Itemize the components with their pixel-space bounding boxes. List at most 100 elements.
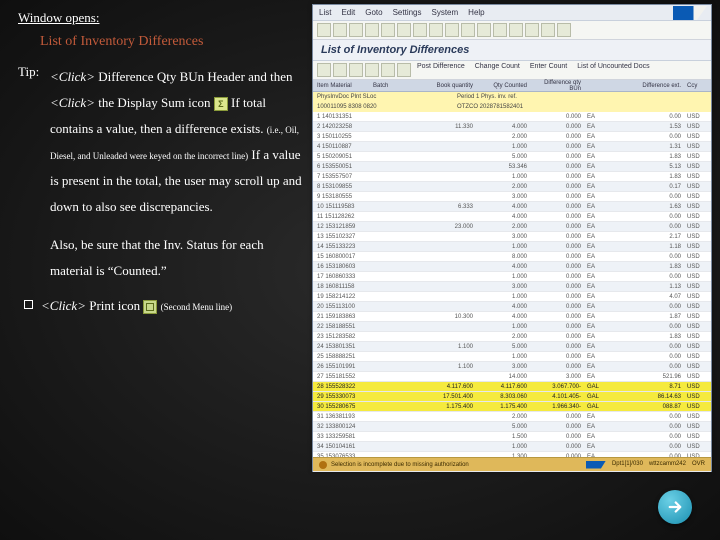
cell-diff: 0.000	[533, 284, 587, 290]
table-row[interactable]: 10 1511195836.3334.0000.000EA1.63USD	[313, 202, 711, 212]
table-row[interactable]: 7 1535575071.0000.000EA1.83USD	[313, 172, 711, 182]
cell-un: EA	[587, 144, 605, 150]
toolbar2-change-count[interactable]: Change Count	[471, 63, 524, 77]
toolbar1-btn-14[interactable]	[541, 23, 555, 37]
cell-un: EA	[587, 174, 605, 180]
table-row[interactable]: 20 1551131004.0000.000EA0.00USD	[313, 302, 711, 312]
cell-un: EA	[587, 294, 605, 300]
table-row[interactable]: 28 1555283224.117.6004.117.6003.067.700-…	[313, 382, 711, 392]
toolbar2-btn-2[interactable]	[349, 63, 363, 77]
col-3[interactable]: Qty Counted	[479, 83, 533, 89]
table-row[interactable]: 21 15918386310.3004.0000.000EA1.87USD	[313, 312, 711, 322]
toolbar2-btn-1[interactable]	[333, 63, 347, 77]
sap-toolbar-2[interactable]: Post Difference Change Count Enter Count…	[313, 61, 711, 80]
table-row[interactable]: 33 1332595811.5000.000EA0.00USD	[313, 432, 711, 442]
cell-un: EA	[587, 364, 605, 370]
table-row[interactable]: 31 1363811932.0000.000EA0.00USD	[313, 412, 711, 422]
table-row[interactable]: 6 15355005153.3460.000EA5.13USD	[313, 162, 711, 172]
cell-book: 1.175.400	[419, 404, 479, 410]
table-row[interactable]: 4 1501108871.0000.000EA1.31USD	[313, 142, 711, 152]
table-row[interactable]: 5 1502090515.0000.000EA1.83USD	[313, 152, 711, 162]
table-row[interactable]: 8 1531098552.0000.000EA0.17USD	[313, 182, 711, 192]
table-row[interactable]: 32 1338001245.0000.000EA0.00USD	[313, 422, 711, 432]
toolbar1-btn-11[interactable]	[493, 23, 507, 37]
table-row[interactable]: 9 1531805553.0000.000EA0.00USD	[313, 192, 711, 202]
table-row[interactable]: 25 1588882511.0000.000EA0.00USD	[313, 352, 711, 362]
subheader-doc: PhysInvDoc Plnt SLoc	[317, 94, 457, 100]
toolbar1-btn-9[interactable]	[461, 23, 475, 37]
toolbar1-btn-5[interactable]	[397, 23, 411, 37]
cell-un: EA	[587, 284, 605, 290]
table-row[interactable]: 2 14202325811.3304.0000.000EA1.53USD	[313, 122, 711, 132]
table-row[interactable]: 11 1511282624.0000.000EA0.00USD	[313, 212, 711, 222]
cell-diff: 0.000	[533, 134, 587, 140]
table-row[interactable]: 1 1401313510.000EA0.00USD	[313, 112, 711, 122]
toolbar1-btn-12[interactable]	[509, 23, 523, 37]
table-header[interactable]: Item MaterialBatchBook quantityQty Count…	[313, 80, 711, 92]
cell-ccy: USD	[687, 164, 707, 170]
cell-un: EA	[587, 444, 605, 450]
table-row[interactable]: 18 1608111583.0000.000EA1.13USD	[313, 282, 711, 292]
toolbar1-btn-4[interactable]	[381, 23, 395, 37]
cell-qty: 2.000	[479, 224, 533, 230]
toolbar2-enter-count[interactable]: Enter Count	[526, 63, 571, 77]
menu-edit[interactable]: Edit	[341, 8, 355, 17]
toolbar1-btn-15[interactable]	[557, 23, 571, 37]
menu-system[interactable]: System	[432, 8, 459, 17]
sap-toolbar-1[interactable]	[313, 21, 711, 40]
col-2[interactable]: Book quantity	[419, 83, 479, 89]
cell-diff: 0.000	[533, 364, 587, 370]
menu-settings[interactable]: Settings	[393, 8, 422, 17]
menu-list[interactable]: List	[319, 8, 331, 17]
col-5[interactable]: Difference ext.	[587, 83, 687, 89]
col-0[interactable]: Item Material	[317, 83, 373, 89]
table-row[interactable]: 22 1581885511.0000.000EA0.00USD	[313, 322, 711, 332]
cell-qty: 4.000	[479, 214, 533, 220]
cell-qty: 1.000	[479, 274, 533, 280]
next-button[interactable]	[658, 490, 692, 524]
col-4[interactable]: Difference qty BUn	[533, 80, 587, 92]
table-row[interactable]: 15 1608000178.0000.000EA0.00USD	[313, 252, 711, 262]
cell-diff: 0.000	[533, 444, 587, 450]
toolbar1-btn-8[interactable]	[445, 23, 459, 37]
table-row[interactable]: 29 15533007317.501.4008.303.0604.101.405…	[313, 392, 711, 402]
table-row[interactable]: 16 1531806034.0000.000EA1.83USD	[313, 262, 711, 272]
cell-mat: 10 151119583	[317, 204, 373, 210]
table-row[interactable]: 14 1551332231.0000.000EA1.18USD	[313, 242, 711, 252]
table-row[interactable]: 24 1538013511.1005.0000.000EA0.00USD	[313, 342, 711, 352]
cell-diff: 0.000	[533, 304, 587, 310]
toolbar1-btn-6[interactable]	[413, 23, 427, 37]
table-row[interactable]: 13 1551023273.0000.000EA2.17USD	[313, 232, 711, 242]
table-row[interactable]: 26 1551019911.1003.0000.000EA0.00USD	[313, 362, 711, 372]
cell-ccy: USD	[687, 384, 707, 390]
table-row[interactable]: 30 1552806751.175.4001.175.4001.966.340-…	[313, 402, 711, 412]
table-row[interactable]: 34 1501041611.0000.000EA0.00USD	[313, 442, 711, 452]
table-row[interactable]: 19 1582141221.0000.000EA4.07USD	[313, 292, 711, 302]
toolbar1-btn-7[interactable]	[429, 23, 443, 37]
cell-un: EA	[587, 114, 605, 120]
col-6[interactable]: Ccy	[687, 83, 707, 89]
toolbar2-btn-4[interactable]	[381, 63, 395, 77]
toolbar1-btn-10[interactable]	[477, 23, 491, 37]
cell-ccy: USD	[687, 304, 707, 310]
toolbar2-btn-3[interactable]	[365, 63, 379, 77]
table-row[interactable]: 27 15518155214.0003.000EA521.96USD	[313, 372, 711, 382]
toolbar1-btn-3[interactable]	[365, 23, 379, 37]
menu-help[interactable]: Help	[468, 8, 484, 17]
toolbar2-post-difference[interactable]: Post Difference	[413, 63, 469, 77]
toolbar2-list-of-uncounted-docs[interactable]: List of Uncounted Docs	[573, 63, 653, 77]
toolbar2-btn-5[interactable]	[397, 63, 411, 77]
toolbar1-btn-1[interactable]	[333, 23, 347, 37]
table-row[interactable]: 12 15312185923.0002.0000.000EA0.00USD	[313, 222, 711, 232]
col-1[interactable]: Batch	[373, 83, 419, 89]
table-row[interactable]: 3 1501102552.0000.000EA0.00USD	[313, 132, 711, 142]
toolbar2-btn-0[interactable]	[317, 63, 331, 77]
toolbar1-btn-13[interactable]	[525, 23, 539, 37]
toolbar1-btn-0[interactable]	[317, 23, 331, 37]
menu-goto[interactable]: Goto	[365, 8, 382, 17]
toolbar1-btn-2[interactable]	[349, 23, 363, 37]
table-row[interactable]: 23 1512835822.0000.000EA1.83USD	[313, 332, 711, 342]
table-row[interactable]: 17 1608603331.0000.000EA0.00USD	[313, 272, 711, 282]
sap-menubar[interactable]: List Edit Goto Settings System Help	[313, 5, 711, 21]
cell-diff: 0.000	[533, 114, 587, 120]
